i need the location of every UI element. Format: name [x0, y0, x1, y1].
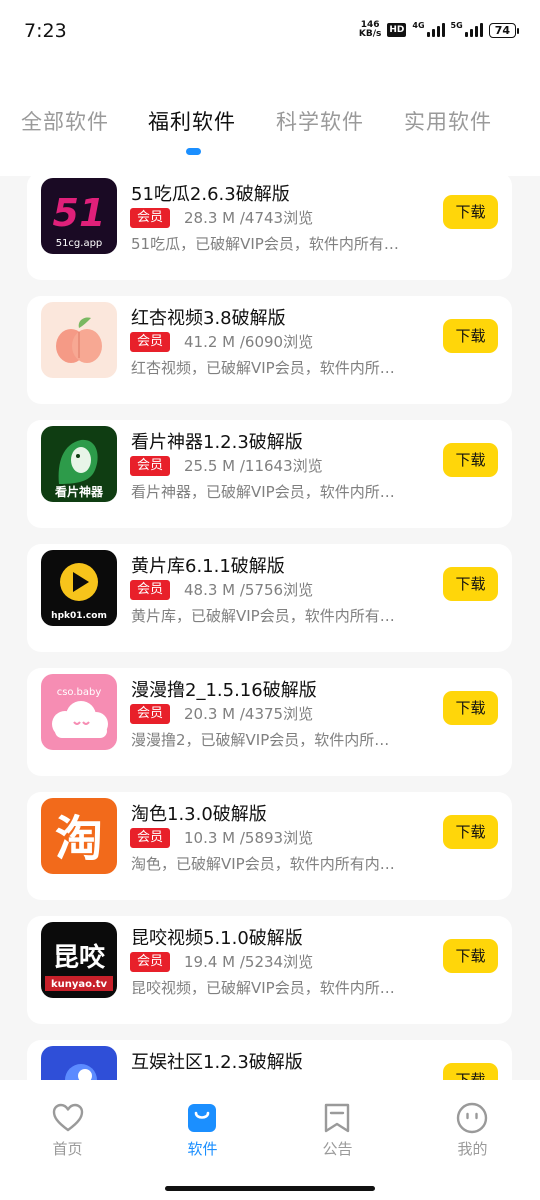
tab-science-software[interactable]: 科学软件 — [256, 106, 384, 136]
app-description: 51吃瓜，已破解VIP会员，软件内所有… — [131, 235, 399, 253]
vip-badge: 会员 — [130, 952, 171, 972]
network-speed: 146 KB/s — [359, 21, 381, 39]
network-speed-unit: KB/s — [358, 29, 382, 39]
svg-text:看片神器: 看片神器 — [55, 484, 104, 499]
bookmark-icon — [324, 1103, 350, 1133]
status-indicators: 146 KB/s HD 4G 5G 74 — [359, 21, 520, 39]
app-meta: 19.4 M /5234浏览 — [184, 953, 314, 971]
tab-welfare-software[interactable]: 福利软件 — [128, 106, 256, 136]
app-description: 看片神器，已破解VIP会员，软件内所… — [131, 483, 395, 501]
app-card[interactable]: cso.baby 漫漫撸2_1.5.16破解版 会员 20.3 M /4375浏… — [27, 668, 512, 776]
peach-icon — [41, 302, 117, 378]
download-button[interactable]: 下载 — [443, 443, 498, 477]
app-card[interactable]: 51 51cg.app 51吃瓜2.6.3破解版 会员 28.3 M /4743… — [27, 176, 512, 280]
huyu-icon — [41, 1046, 117, 1080]
signal-icon — [426, 23, 445, 37]
category-tabs: 全部软件 福利软件 科学软件 实用软件 — [0, 106, 540, 136]
vip-badge: 会员 — [130, 208, 171, 228]
app-card[interactable]: hpk01.com 黄片库6.1.1破解版 会员 48.3 M /5756浏览 … — [27, 544, 512, 652]
app-title: 看片神器1.2.3破解版 — [131, 432, 303, 453]
download-button[interactable]: 下载 — [443, 939, 498, 973]
app-title: 红杏视频3.8破解版 — [131, 308, 286, 329]
app-card[interactable]: 昆咬 kunyao.tv 昆咬视频5.1.0破解版 会员 19.4 M /523… — [27, 916, 512, 1024]
nav-announcement-label: 公告 — [322, 1140, 353, 1158]
app-list[interactable]: 51 51cg.app 51吃瓜2.6.3破解版 会员 28.3 M /4743… — [0, 176, 540, 1080]
tab-utility-software[interactable]: 实用软件 — [384, 106, 512, 136]
app-title: 漫漫撸2_1.5.16破解版 — [131, 680, 317, 701]
battery-icon: 74 — [488, 22, 520, 38]
download-button[interactable]: 下载 — [443, 815, 498, 849]
svg-text:淘: 淘 — [55, 811, 103, 867]
vip-badge: 会员 — [130, 828, 171, 848]
app-meta: 41.2 M /6090浏览 — [184, 333, 314, 351]
heart-icon — [52, 1103, 84, 1132]
app-card[interactable]: 看片神器 看片神器1.2.3破解版 会员 25.5 M /11643浏览 看片神… — [27, 420, 512, 528]
status-time: 7:23 — [24, 20, 67, 42]
app-description: 昆咬视频，已破解VIP会员，软件内所… — [131, 979, 395, 997]
download-button[interactable]: 下载 — [443, 195, 498, 229]
download-button[interactable]: 下载 — [443, 319, 498, 353]
app-card[interactable]: 红杏视频3.8破解版 会员 41.2 M /6090浏览 红杏视频，已破解VIP… — [27, 296, 512, 404]
vip-badge: 会员 — [130, 456, 171, 476]
app-title: 51吃瓜2.6.3破解版 — [131, 184, 290, 205]
download-button[interactable]: 下载 — [443, 567, 498, 601]
tab-all-software[interactable]: 全部软件 — [2, 106, 128, 136]
home-indicator[interactable] — [165, 1186, 375, 1191]
svg-text:cso.baby: cso.baby — [57, 687, 102, 698]
category-header: 全部软件 福利软件 科学软件 实用软件 — [0, 64, 540, 176]
app-card[interactable]: 互娱社区1.2.3破解版 下载 — [27, 1040, 512, 1080]
app-card[interactable]: 淘 淘色1.3.0破解版 会员 10.3 M /5893浏览 淘色，已破解VIP… — [27, 792, 512, 900]
download-button[interactable]: 下载 — [443, 691, 498, 725]
app-meta: 20.3 M /4375浏览 — [184, 705, 314, 723]
app-title: 淘色1.3.0破解版 — [131, 804, 267, 825]
app-screen: 7:23 146 KB/s HD 4G 5G 74 全部软件 福利软件 科学软件… — [0, 0, 540, 1200]
app-description: 黄片库，已破解VIP会员，软件内所有… — [131, 607, 395, 625]
tao-icon: 淘 — [41, 798, 117, 874]
svg-text:昆咬: 昆咬 — [53, 942, 106, 973]
app-meta: 28.3 M /4743浏览 — [184, 209, 314, 227]
svg-text:51: 51 — [53, 191, 106, 235]
cloud-icon: cso.baby — [41, 674, 117, 750]
chigua-51-icon: 51 51cg.app — [41, 178, 117, 254]
app-title: 互娱社区1.2.3破解版 — [131, 1052, 303, 1073]
svg-text:51cg.app: 51cg.app — [56, 238, 103, 249]
download-button[interactable]: 下载 — [443, 1063, 498, 1080]
kanpian-icon: 看片神器 — [41, 426, 117, 502]
nav-profile-label: 我的 — [457, 1140, 488, 1158]
app-title: 昆咬视频5.1.0破解版 — [131, 928, 303, 949]
bag-icon — [188, 1104, 216, 1132]
app-title: 黄片库6.1.1破解版 — [131, 556, 285, 577]
signal-icon — [464, 23, 483, 37]
app-description: 漫漫撸2，已破解VIP会员，软件内所… — [131, 731, 390, 749]
svg-text:hpk01.com: hpk01.com — [51, 611, 107, 621]
svg-text:kunyao.tv: kunyao.tv — [51, 979, 108, 990]
app-meta: 25.5 M /11643浏览 — [184, 457, 323, 475]
app-meta: 10.3 M /5893浏览 — [184, 829, 314, 847]
app-meta: 48.3 M /5756浏览 — [184, 581, 314, 599]
active-tab-indicator — [186, 148, 201, 155]
kunyao-icon: 昆咬 kunyao.tv — [41, 922, 117, 998]
network-type-1: 4G — [412, 21, 425, 30]
bottom-navigation: 首页 软件 公告 我的 — [0, 1080, 540, 1200]
app-description: 红杏视频，已破解VIP会员，软件内所… — [131, 359, 395, 377]
vip-badge: 会员 — [130, 332, 171, 352]
smiley-icon — [456, 1102, 488, 1134]
vip-badge: 会员 — [130, 704, 171, 724]
nav-home-label: 首页 — [52, 1140, 83, 1158]
network-type-2: 5G — [450, 21, 463, 30]
play-icon: hpk01.com — [41, 550, 117, 626]
vip-badge: 会员 — [130, 580, 171, 600]
hd-icon: HD — [387, 23, 407, 37]
app-description: 淘色，已破解VIP会员，软件内所有内… — [131, 855, 395, 873]
status-bar: 7:23 146 KB/s HD 4G 5G 74 — [0, 0, 540, 64]
nav-software-label: 软件 — [187, 1140, 218, 1158]
